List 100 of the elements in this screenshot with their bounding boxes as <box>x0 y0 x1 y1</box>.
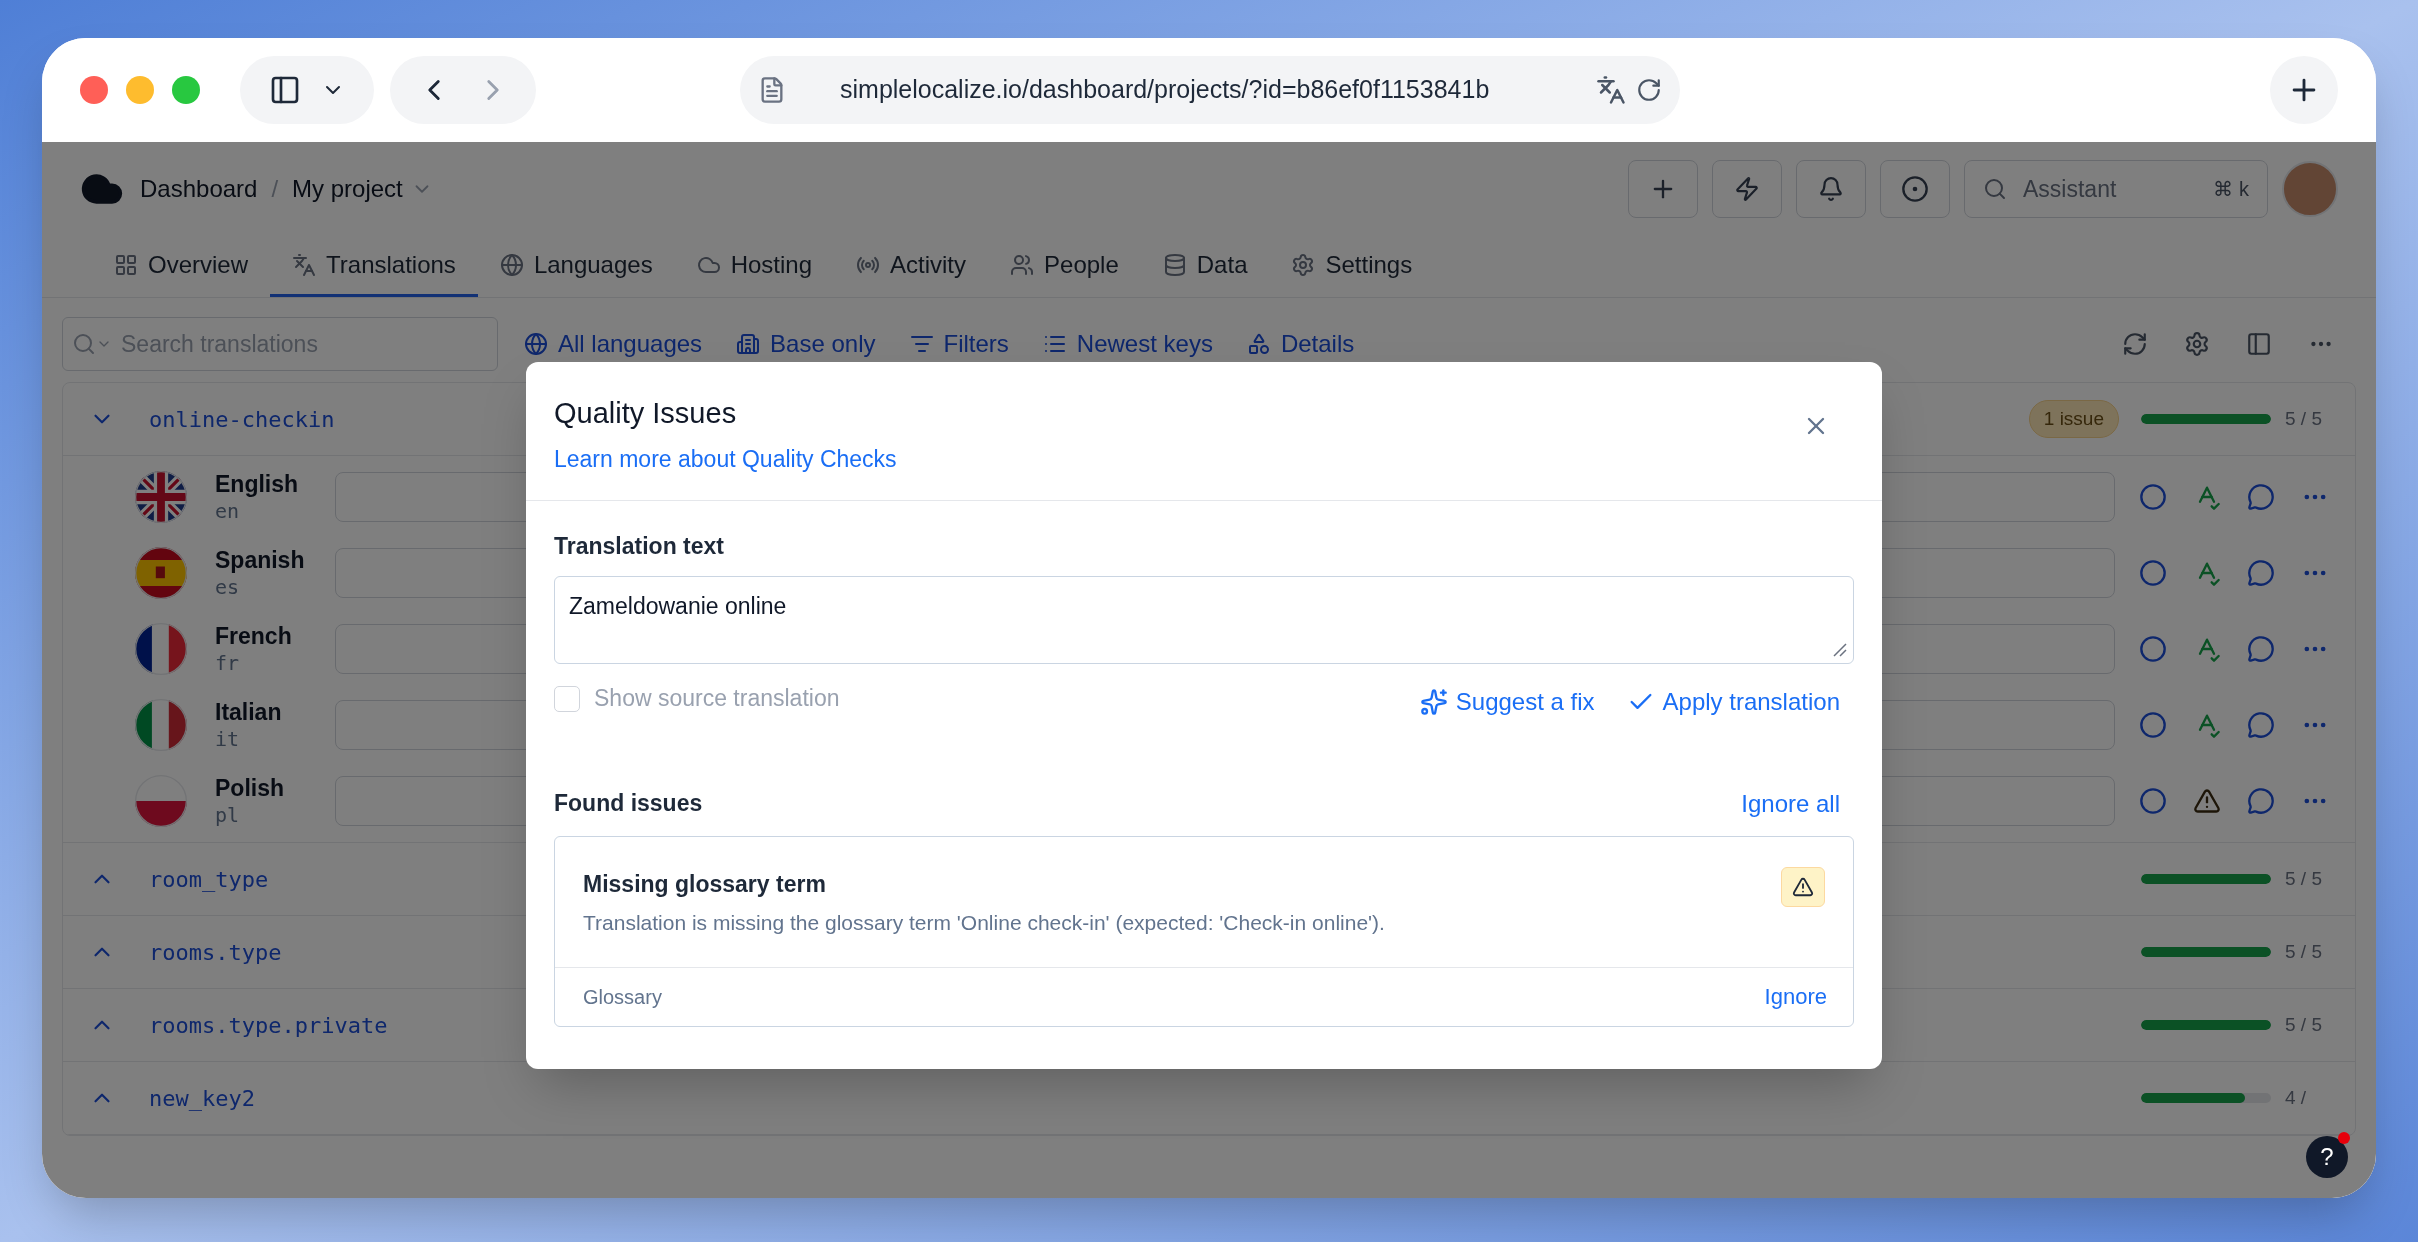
building-icon <box>736 332 761 356</box>
status-circle-icon[interactable] <box>2139 711 2167 739</box>
section-title: Found issues <box>554 789 703 819</box>
translation-key[interactable]: room_type <box>149 862 269 896</box>
filter-button[interactable]: Newest keys <box>1042 326 1213 362</box>
nav-tab[interactable]: Languages <box>477 236 675 297</box>
flag-icon <box>135 623 187 675</box>
shapes-icon <box>1246 332 1271 356</box>
lightning-button[interactable] <box>1712 160 1782 218</box>
breadcrumb-separator: / <box>271 174 279 204</box>
close-window-icon[interactable] <box>80 76 108 104</box>
keyboard-shortcut: ⌘ k <box>2213 177 2249 202</box>
checkbox-label: Show source translation <box>594 684 840 714</box>
comment-icon[interactable] <box>2247 635 2275 663</box>
dialog-title: Quality Issues <box>554 396 738 431</box>
translation-key[interactable]: rooms.type <box>149 935 282 969</box>
language-code: fr <box>215 650 241 676</box>
globe-icon <box>524 332 548 356</box>
ignore-button[interactable]: Ignore <box>1764 980 1827 1013</box>
language-code: es <box>215 574 241 600</box>
assistant-search[interactable]: Assistant ⌘ k <box>1964 160 2268 218</box>
sidebar-icon <box>269 74 301 106</box>
issue-category: Glossary <box>583 984 662 1010</box>
refresh-icon[interactable] <box>2122 331 2148 357</box>
panel-icon[interactable] <box>2246 331 2272 357</box>
tab-icon <box>292 253 317 277</box>
assistant-placeholder: Assistant <box>2023 174 2117 204</box>
tab-icon <box>114 253 138 277</box>
language-name: Italian <box>215 698 283 727</box>
reload-icon[interactable] <box>1636 77 1662 103</box>
record-icon <box>1901 175 1929 203</box>
maximize-window-icon[interactable] <box>172 76 200 104</box>
filter-button[interactable]: Base only <box>736 326 876 362</box>
address-bar[interactable]: simplelocalize.io/dashboard/projects/?id=b86ef0f1153841b <box>740 56 1680 124</box>
tab-icon <box>499 253 524 277</box>
filter-button[interactable]: Filters <box>909 326 1009 362</box>
search-icon <box>72 332 96 356</box>
warning-icon[interactable] <box>2193 787 2221 815</box>
progress-count: 4 / <box>2285 1085 2308 1110</box>
translate-icon[interactable] <box>1596 75 1626 105</box>
project-selector[interactable]: My project <box>292 171 403 207</box>
filter-button[interactable]: All languages <box>524 326 703 362</box>
flag-icon <box>135 775 187 827</box>
progress-count: 5 / 5 <box>2285 939 2323 964</box>
progress-count: 5 / 5 <box>2285 406 2323 431</box>
flag-icon <box>135 547 187 599</box>
language-code: pl <box>215 802 241 828</box>
nav-tab[interactable]: Overview <box>92 236 271 297</box>
language-name: Spanish <box>215 546 306 575</box>
textarea-value: Zameldowanie online <box>569 592 787 619</box>
breadcrumb-link[interactable]: Dashboard <box>140 171 258 207</box>
url-text: simplelocalize.io/dashboard/projects/?id=b86ef0f1153841b <box>840 74 1490 106</box>
record-button[interactable] <box>1880 160 1950 218</box>
flag-icon <box>135 471 187 523</box>
help-button[interactable]: ? <box>2306 1136 2348 1178</box>
language-code: it <box>215 726 241 752</box>
comment-icon[interactable] <box>2247 787 2275 815</box>
translation-key[interactable]: rooms.type.private <box>149 1008 388 1042</box>
ignore-all-button[interactable]: Ignore all <box>1741 785 1840 822</box>
nav-tab[interactable]: Data <box>1140 236 1270 297</box>
sparkles-icon <box>1419 687 1448 716</box>
translation-key[interactable]: new_key2 <box>149 1081 255 1115</box>
nav-tab[interactable]: Translations <box>270 236 478 297</box>
issue-title: Missing glossary term <box>583 869 827 899</box>
nav-tab[interactable]: Settings <box>1269 236 1435 297</box>
tab-icon <box>1162 253 1187 277</box>
nav-tab[interactable]: People <box>988 236 1141 297</box>
settings-icon[interactable] <box>2184 331 2210 357</box>
comment-icon[interactable] <box>2247 483 2275 511</box>
notifications-button[interactable] <box>1796 160 1866 218</box>
comment-icon[interactable] <box>2247 559 2275 587</box>
language-code: en <box>215 498 241 524</box>
issue-badge[interactable]: 1 issue <box>2028 399 2119 439</box>
tab-icon <box>1291 253 1316 277</box>
language-name: English <box>215 470 300 499</box>
status-circle-icon[interactable] <box>2139 635 2167 663</box>
nav-tab[interactable]: Hosting <box>674 236 835 297</box>
triangle-icon <box>1792 875 1814 898</box>
action-button[interactable]: Apply translation <box>1626 683 1840 720</box>
filter-button[interactable]: Details <box>1246 326 1355 362</box>
status-circle-icon[interactable] <box>2139 483 2167 511</box>
action-button[interactable]: Suggest a fix <box>1419 683 1595 720</box>
avatar[interactable] <box>2282 161 2338 217</box>
comment-icon[interactable] <box>2247 711 2275 739</box>
translation-key[interactable]: online-checkin <box>149 402 335 436</box>
search-icon <box>1983 177 2007 201</box>
lightning-icon <box>1734 176 1760 202</box>
progress-count: 5 / 5 <box>2285 866 2323 891</box>
status-circle-icon[interactable] <box>2139 559 2167 587</box>
issue-description: Translation is missing the glossary term 'Online check-in' (expected: 'Check-in online'). <box>583 910 1385 936</box>
language-name: Polish <box>215 774 285 803</box>
progress-count: 5 / 5 <box>2285 1012 2323 1037</box>
learn-more-link[interactable]: Learn more about Quality Checks <box>554 441 897 476</box>
tab-icon <box>1010 253 1035 277</box>
bell-icon <box>1818 176 1844 202</box>
field-label: Translation text <box>554 532 725 561</box>
nav-tab[interactable]: Activity <box>834 236 989 297</box>
translation-textarea[interactable]: Zameldowanie online <box>554 575 1854 664</box>
status-circle-icon[interactable] <box>2139 787 2167 815</box>
language-name: French <box>215 622 293 651</box>
